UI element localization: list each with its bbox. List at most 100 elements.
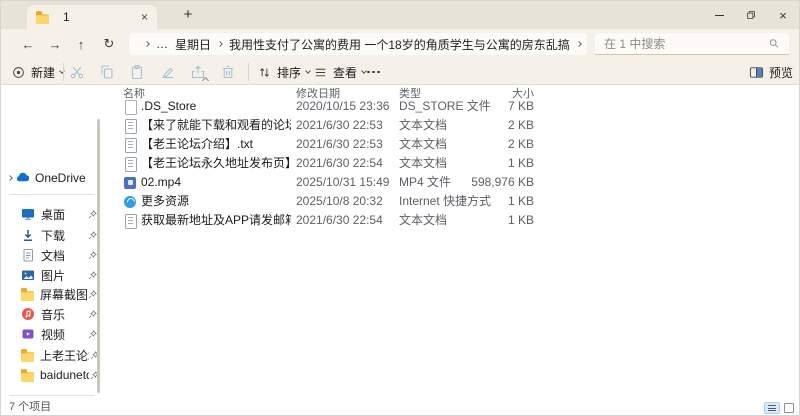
rename-icon[interactable] [160,64,176,80]
toolbar [1,59,799,85]
file-list: 名称 修改日期 类型 大小 .DS_Store 2020/10/15 23:36… [111,76,799,401]
more-icon [367,70,380,74]
downloads-icon [21,228,35,242]
search-input[interactable] [604,36,768,51]
sidebar-item-label: baidunetdisl [40,368,89,382]
sidebar-item-label: 图片 [41,268,66,283]
more-button[interactable] [367,59,380,85]
sidebar-item-label: 下载 [41,228,66,243]
file-date: 2025/10/8 20:32 [296,194,383,208]
sort-button[interactable]: 排序 [257,59,311,85]
file-name: 02.mp4 [141,175,182,189]
breadcrumb[interactable]: … 星期日 我用性支付了公寓的费用 一个18岁的角质学生与公寓的房东乱搞 1 [129,33,587,55]
table-row[interactable]: 【来了就能下载和观看的论坛，纯免费！】.txt 2021/6/30 22:53 … [111,116,799,135]
sidebar-item-videos[interactable]: 视频 [1,324,109,344]
refresh-button[interactable]: ↻ [100,29,118,59]
table-row[interactable]: 【老王论坛永久地址发布页】.txt 2021/6/30 22:54 文本文档 1… [111,154,799,173]
sidebar-item-label: 视频 [41,327,66,342]
sidebar-item-desktop[interactable]: 桌面 [1,204,109,224]
file-size: 598,976 KB [471,175,534,189]
table-row[interactable]: 02.mp4 2025/10/31 15:49 MP4 文件 598,976 K… [111,173,799,192]
desktop-icon [21,207,35,221]
sidebar-item-label: 屏幕截图 [40,287,87,302]
preview-button[interactable]: 预览 [749,59,793,85]
sidebar-item-music[interactable]: 音乐 [1,304,109,324]
breadcrumb-item[interactable]: 星期日 [175,36,211,53]
table-row[interactable]: 【老王论坛介绍】.txt 2021/6/30 22:53 文本文档 2 KB [111,135,799,154]
table-row[interactable]: 获取最新地址及APP请发邮箱自动获取.txt 2021/6/30 22:54 文… [111,211,799,230]
details-view-button[interactable] [764,402,780,414]
videos-icon [21,327,35,341]
file-type: MP4 文件 [399,175,452,189]
cloud-icon [15,171,30,185]
new-tab-button[interactable]: + [177,5,199,26]
paste-icon[interactable] [129,64,145,80]
sidebar-item-screenshots[interactable]: 屏幕截图 [1,284,109,304]
sidebar-item-folder[interactable]: 上老王论坛当 [1,345,109,365]
cut-icon[interactable] [69,64,85,80]
tab-label: 1 [63,10,70,24]
copy-icon[interactable] [99,64,115,80]
view-label: 查看 [333,65,358,80]
toolbar-separator [248,63,249,81]
file-size: 1 KB [507,194,534,208]
tab-bar: 1 × + × [1,1,799,29]
search-icon [769,39,778,48]
sort-icon [260,67,269,77]
minimize-button[interactable] [703,1,735,29]
folder-icon [21,369,34,382]
file-type: 文本文档 [399,213,448,227]
chevron-right-icon [575,41,582,47]
file-size: 1 KB [507,213,534,227]
folder-icon [21,349,34,362]
up-button[interactable]: ↑ [72,29,90,59]
file-name: 【来了就能下载和观看的论坛，纯免费！】.txt [141,118,291,132]
table-row[interactable]: .DS_Store 2020/10/15 23:36 DS_STORE 文件 7… [111,97,799,116]
folder-icon [21,288,34,301]
view-button[interactable]: 查看 [313,59,367,85]
file-size: 1 KB [507,156,534,170]
sidebar-item-onedrive[interactable]: OneDrive [1,168,109,188]
table-row[interactable]: 更多资源 2025/10/8 20:32 Internet 快捷方式 1 KB [111,192,799,211]
video-file-icon [122,175,138,191]
sidebar-item-pictures[interactable]: 图片 [1,265,109,285]
file-type: 文本文档 [399,137,448,151]
file-type: 文本文档 [399,156,448,170]
sidebar-item-folder[interactable]: baidunetdisl [1,365,109,385]
tab-folder-1[interactable]: 1 × [27,5,157,29]
file-size: 7 KB [507,99,534,113]
restore-icon [747,11,755,19]
file-size: 2 KB [507,137,534,151]
file-date: 2021/6/30 22:54 [296,156,383,170]
tab-close-icon[interactable]: × [141,11,148,23]
sidebar-item-documents[interactable]: 文档 [1,245,109,265]
file-name: 【老王论坛永久地址发布页】.txt [141,156,291,170]
sidebar-scrollbar[interactable] [97,119,100,393]
file-name: .DS_Store [141,99,197,113]
breadcrumb-item[interactable]: 我用性支付了公寓的费用 一个18岁的角质学生与公寓的房东乱搞 [229,36,570,53]
item-count: 7 个项目 [9,401,52,413]
text-file-icon [122,213,138,229]
new-button[interactable]: 新建 [11,59,65,85]
chevron-right-icon [217,41,223,47]
close-button[interactable]: × [767,1,799,29]
delete-icon[interactable] [220,64,236,80]
status-bar: 7 个项目 [1,401,799,415]
blank-file-icon [122,99,138,115]
file-explorer-window: 1 × + × ← → ↑ ↻ … 星期日 我用性支付了公寓的费用 一个18岁的… [0,0,800,416]
file-date: 2020/10/15 23:36 [296,99,390,113]
sidebar-item-downloads[interactable]: 下载 [1,225,109,245]
forward-button[interactable]: → [46,29,64,59]
file-date: 2021/6/30 22:54 [296,213,383,227]
content-area: OneDrive 桌面 下载 文档 图片 屏幕截图 音乐 视频 上老王论 bai… [1,76,799,401]
music-icon [21,307,35,321]
sidebar-item-label: 上老王论坛当 [40,348,89,363]
breadcrumb-overflow[interactable]: … [156,37,168,51]
icons-view-button[interactable] [784,403,794,413]
search-box[interactable] [595,33,789,55]
sidebar-divider [9,395,95,396]
back-button[interactable]: ← [19,29,37,59]
restore-button[interactable] [735,1,767,29]
internet-shortcut-icon [122,194,138,210]
pictures-icon [21,268,35,282]
